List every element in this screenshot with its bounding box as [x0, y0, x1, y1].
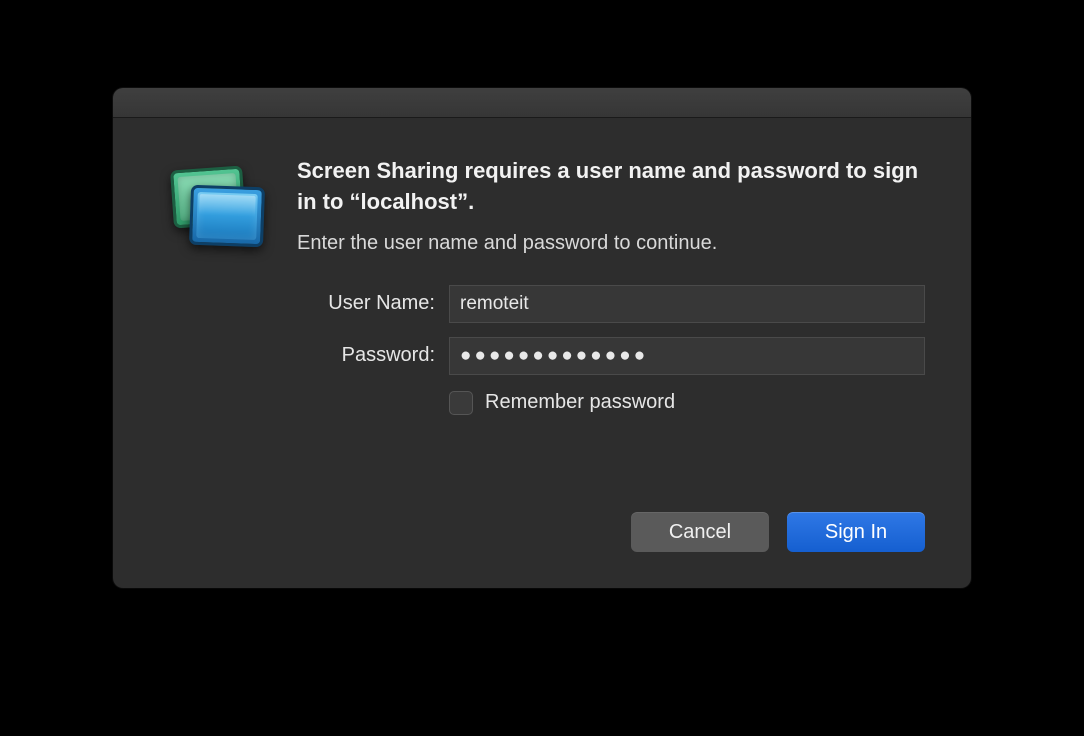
sign-in-button[interactable]: Sign In: [787, 512, 925, 552]
remember-password-checkbox[interactable]: [449, 391, 473, 415]
screen-front-icon: [189, 185, 265, 248]
username-label: User Name:: [297, 292, 449, 315]
dialog-content: Screen Sharing requires a user name and …: [113, 118, 971, 443]
username-input[interactable]: [449, 285, 925, 323]
dialog-heading: Screen Sharing requires a user name and …: [297, 156, 925, 218]
password-label: Password:: [297, 344, 449, 367]
username-row: User Name:: [297, 285, 925, 323]
cancel-button[interactable]: Cancel: [631, 512, 769, 552]
auth-dialog: Screen Sharing requires a user name and …: [113, 88, 971, 588]
dialog-text-block: Screen Sharing requires a user name and …: [297, 156, 925, 415]
password-input[interactable]: [449, 337, 925, 375]
dialog-buttons: Cancel Sign In: [631, 512, 925, 552]
remember-password-label[interactable]: Remember password: [485, 391, 675, 414]
titlebar[interactable]: [113, 88, 971, 118]
dialog-subheading: Enter the user name and password to cont…: [297, 232, 925, 255]
password-row: Password:: [297, 337, 925, 375]
screen-sharing-icon: [168, 162, 260, 254]
app-icon-wrap: [159, 156, 269, 415]
remember-row: Remember password: [449, 391, 925, 415]
